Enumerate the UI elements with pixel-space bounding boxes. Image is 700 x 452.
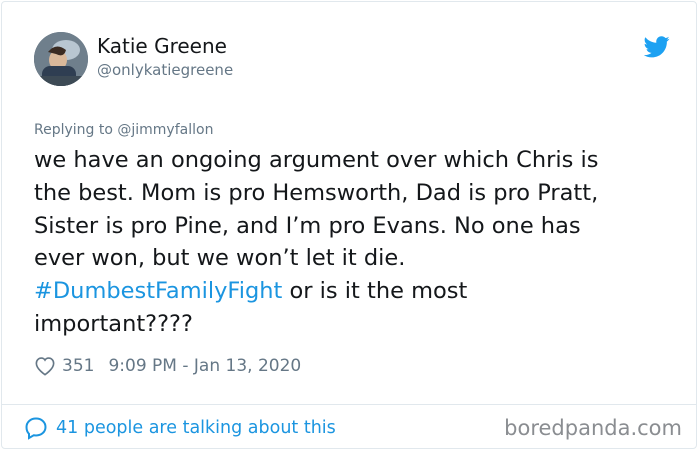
tweet-text-line: #DumbestFamilyFight or is it the most: [34, 275, 664, 308]
twitter-bird-icon[interactable]: [644, 36, 670, 58]
tweet-meta: 351 9:09 PM - Jan 13, 2020: [34, 354, 301, 378]
timestamp[interactable]: 9:09 PM - Jan 13, 2020: [108, 356, 301, 376]
like-count[interactable]: 351: [62, 356, 94, 376]
tweet-text-line: ever won, but we won’t let it die.: [34, 245, 406, 272]
talking-label[interactable]: 41 people are talking about this: [56, 418, 336, 438]
divider: [2, 404, 696, 405]
heart-icon[interactable]: [34, 356, 56, 376]
hashtag-link[interactable]: #DumbestFamilyFight: [34, 278, 282, 304]
tweet-text-fragment: or is it the most: [282, 278, 468, 305]
tweet-text-line: we have an ongoing argument over which C…: [34, 147, 599, 173]
tweet-card: Katie Greene @onlykatiegreene Replying t…: [1, 1, 697, 449]
talking-link[interactable]: 41 people are talking about this: [24, 416, 336, 440]
watermark: boredpanda.com: [504, 416, 682, 440]
tweet-text-line: Sister is pro Pine, and I’m pro Evans. N…: [34, 212, 581, 239]
tweet-text-line: important????: [34, 310, 193, 337]
author-handle[interactable]: @onlykatiegreene: [97, 61, 233, 79]
speech-bubble-icon: [25, 417, 47, 440]
avatar[interactable]: [34, 32, 88, 86]
replying-to-label[interactable]: Replying to @jimmyfallon: [34, 122, 213, 138]
tweet-text: we have an ongoing argument over which C…: [34, 144, 664, 341]
author-display-name[interactable]: Katie Greene: [97, 34, 227, 58]
tweet-text-line: the best. Mom is pro Hemsworth, Dad is p…: [34, 179, 599, 206]
